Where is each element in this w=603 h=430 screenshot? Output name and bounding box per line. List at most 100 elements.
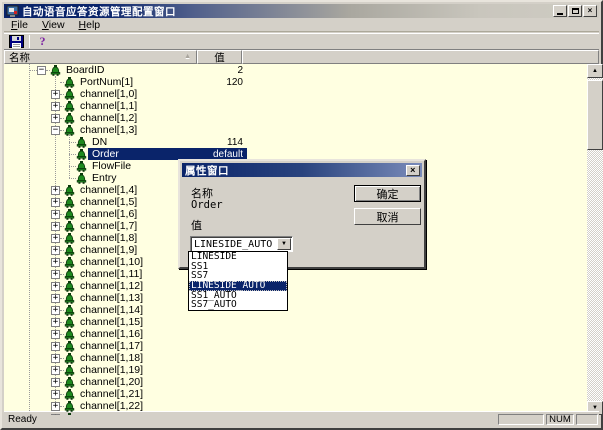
combobox-dropdown-list[interactable]: LINESIDESS1SS7LINESIDE_AUTOSS1_AUTOSS7_A… [188,251,288,311]
expand-icon[interactable]: + [51,258,60,267]
tree-item-label: channel[1,0] [78,88,139,100]
tree-row[interactable]: + channel[1,20] [4,376,587,388]
tree-row[interactable]: + channel[1,11] [4,268,587,280]
menu-item-label: File [11,19,28,31]
save-button[interactable] [6,34,27,49]
restore-button[interactable] [568,5,582,17]
bell-icon [64,353,75,364]
expand-icon[interactable]: + [51,282,60,291]
tree-row[interactable]: +channel[1,18] [4,352,587,364]
tree-item-label: FlowFile [90,160,133,172]
combobox-value: LINESIDE_AUTO [191,239,277,250]
tree-item-label: channel[1,1] [78,100,139,112]
tree-row[interactable]: PortNum[1]120 [4,76,587,88]
combobox-dropdown-button[interactable]: ▼ [277,238,291,250]
scroll-up-button[interactable]: ▲ [587,64,603,78]
tree-row[interactable]: +channel[1,16] [4,328,587,340]
name-column-label: 名称 [9,50,30,65]
dialog-title-bar[interactable]: 属性窗口 × [182,163,422,177]
tree-row[interactable]: +channel[1,13] [4,292,587,304]
tree-item-label: channel[1,8] [78,232,139,244]
tree-row[interactable]: +channel[1,14] [4,304,587,316]
dialog-close-button[interactable]: × [406,165,420,176]
main-window: 自动语音应答资源管理配置窗口 × FileViewHelp ? 名称 [0,0,603,430]
expand-icon[interactable]: + [51,390,60,399]
save-icon [9,35,24,48]
help-button[interactable]: ? [32,34,53,49]
dropdown-option[interactable]: SS7_AUTO [189,300,287,310]
expand-icon[interactable]: + [51,222,60,231]
tree-item-label: Entry [90,172,119,184]
cancel-button[interactable]: 取消 [354,208,421,225]
minimize-button[interactable] [553,5,567,17]
tree-row[interactable]: +channel[1,2] [4,112,587,124]
tree-item-value: default [192,149,244,160]
expand-icon[interactable]: + [51,306,60,315]
dialog-name-value: Order [191,199,223,211]
vertical-scrollbar[interactable]: ▲ ▼ [587,64,603,415]
scrollbar-thumb[interactable] [587,80,603,150]
ok-button[interactable]: 确定 [354,185,421,202]
expand-icon[interactable]: + [51,402,60,411]
expand-icon[interactable]: + [51,330,60,339]
expand-icon[interactable]: + [51,186,60,195]
expand-icon[interactable]: + [51,198,60,207]
tree-row[interactable]: +channel[1,12] [4,280,587,292]
expand-icon[interactable]: + [51,414,60,416]
chevron-down-icon: ▼ [281,241,287,247]
expand-icon[interactable]: + [51,234,60,243]
tree-row[interactable]: + channel[1,1] [4,100,587,112]
close-icon: × [410,166,416,175]
value-combobox[interactable]: LINESIDE_AUTO ▼ [190,236,293,252]
tree-row[interactable]: +channel[1,19] [4,364,587,376]
app-icon [6,5,19,18]
tree-item-label: channel[1,11] [78,268,144,280]
bell-icon [64,113,75,124]
collapse-icon[interactable]: − [37,66,46,75]
collapse-icon[interactable]: − [51,126,60,135]
tree-connector-stub [69,142,76,143]
tree-item-label: channel[1,10] [78,256,145,268]
expand-icon[interactable]: + [51,246,60,255]
close-button[interactable]: × [583,5,597,17]
bell-icon [64,341,75,352]
tree-row[interactable]: + channel[1,15] [4,316,587,328]
expand-icon[interactable]: + [51,354,60,363]
tree-item-label: channel[1,20] [78,376,145,388]
tree-row[interactable]: DN114 [4,136,587,148]
dialog-title: 属性窗口 [185,163,229,178]
dialog-value-label: 值 [191,217,202,233]
tree-row[interactable]: + channel[1,0] [4,88,587,100]
tree-item-value: 2 [192,65,244,76]
help-icon: ? [40,34,46,49]
bell-icon [64,377,75,388]
bell-icon [64,197,75,208]
column-header-name[interactable]: 名称 ▲ [4,50,197,64]
bell-icon [64,413,75,416]
expand-icon[interactable]: + [51,366,60,375]
bell-icon [76,149,87,160]
tree-item-label: channel[1,15] [78,316,145,328]
tree-connector-stub [69,154,76,155]
expand-icon[interactable]: + [51,378,60,387]
bell-icon [64,77,75,88]
expand-icon[interactable]: + [51,294,60,303]
expand-icon[interactable]: + [51,210,60,219]
column-header-value[interactable]: 值 [197,50,242,64]
expand-icon[interactable]: + [51,114,60,123]
column-header-filler [242,50,599,64]
expand-icon[interactable]: + [51,342,60,351]
menu-item-file[interactable]: File [4,18,35,31]
expand-icon[interactable]: + [51,102,60,111]
menu-item-view[interactable]: View [35,18,72,31]
expand-icon[interactable]: + [51,270,60,279]
tree-row[interactable]: −channel[1,3] [4,124,587,136]
tree-row[interactable]: +channel[1,17] [4,340,587,352]
tree-row[interactable]: +channel[1,21] [4,388,587,400]
expand-icon[interactable]: + [51,318,60,327]
expand-icon[interactable]: + [51,90,60,99]
menu-item-label: View [42,19,65,31]
menu-item-help[interactable]: Help [72,18,108,31]
tree-item-value: 120 [192,77,244,88]
tree-row[interactable]: −BoardID2 [4,64,587,76]
